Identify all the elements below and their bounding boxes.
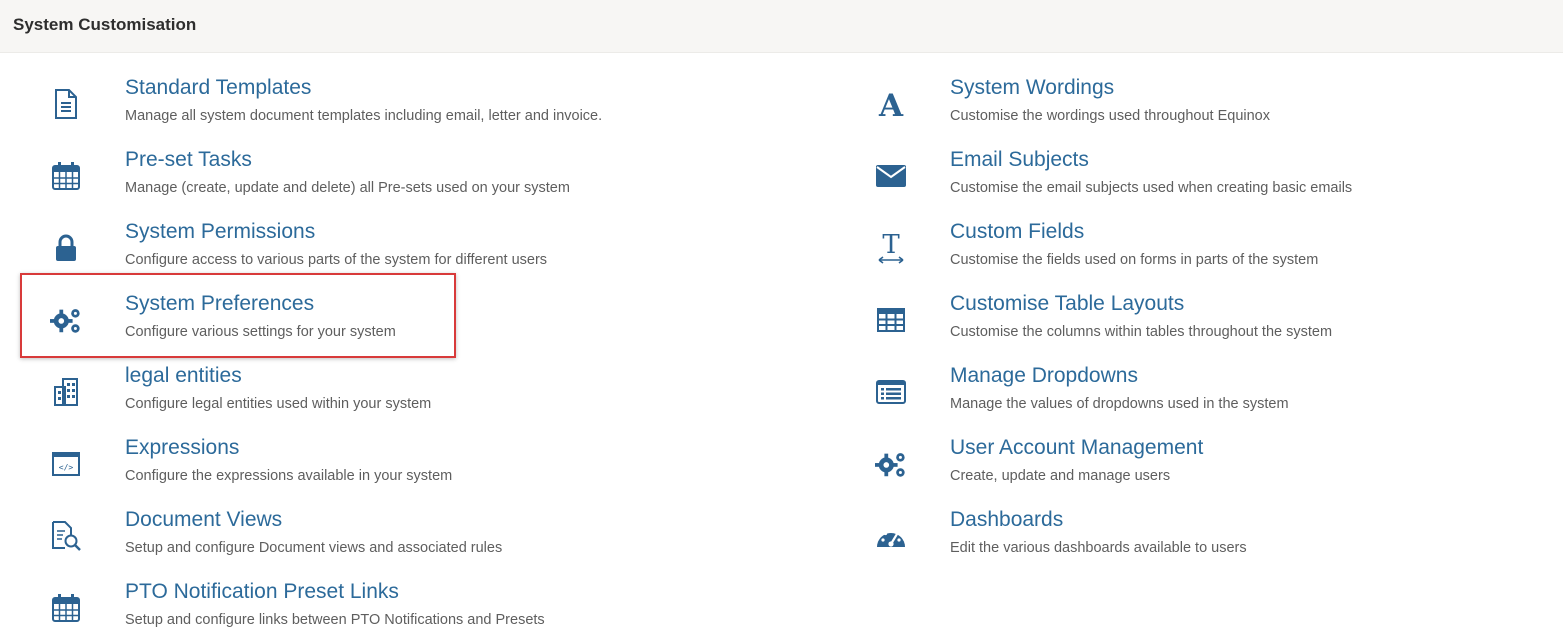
table-icon xyxy=(875,304,907,336)
customise-table-layouts-link[interactable]: Customise Table Layouts xyxy=(950,292,1184,316)
pto-notification-preset-links-desc: Setup and configure links between PTO No… xyxy=(125,612,545,628)
menu-item-manage-dropdowns[interactable]: Manage Dropdowns Manage the values of dr… xyxy=(875,364,1475,428)
legal-entities-desc: Configure legal entities used within you… xyxy=(125,396,432,412)
expressions-desc: Configure the expressions available in y… xyxy=(125,468,453,484)
custom-fields-link[interactable]: Custom Fields xyxy=(950,220,1084,244)
email-subjects-desc: Customise the email subjects used when c… xyxy=(950,180,1353,196)
menu-item-customise-table-layouts[interactable]: Customise Table Layouts Customise the co… xyxy=(875,292,1475,356)
gears-icon xyxy=(875,448,907,480)
menu-item-custom-fields[interactable]: T Custom Fields Customise the fields use… xyxy=(875,220,1475,284)
pre-set-tasks-link[interactable]: Pre-set Tasks xyxy=(125,148,252,172)
svg-text:A: A xyxy=(878,89,904,119)
menu-item-email-subjects[interactable]: Email Subjects Customise the email subje… xyxy=(875,148,1475,212)
list-icon xyxy=(875,376,907,408)
lock-icon xyxy=(50,232,82,264)
menu-item-pre-set-tasks[interactable]: Pre-set Tasks Manage (create, update and… xyxy=(50,148,650,212)
menu-item-document-views[interactable]: Document Views Setup and configure Docum… xyxy=(50,508,650,572)
system-permissions-desc: Configure access to various parts of the… xyxy=(125,252,548,268)
standard-templates-link[interactable]: Standard Templates xyxy=(125,76,311,100)
system-preferences-desc: Configure various settings for your syst… xyxy=(125,324,396,340)
manage-dropdowns-desc: Manage the values of dropdowns used in t… xyxy=(950,396,1289,412)
gears-icon xyxy=(50,304,82,336)
pto-notification-preset-links-link[interactable]: PTO Notification Preset Links xyxy=(125,580,399,604)
svg-text:T: T xyxy=(882,232,900,260)
font-icon: A xyxy=(875,88,907,120)
menu-item-standard-templates[interactable]: Standard Templates Manage all system doc… xyxy=(50,76,650,140)
dashboard-icon xyxy=(875,520,907,552)
custom-fields-desc: Customise the fields used on forms in pa… xyxy=(950,252,1319,268)
email-subjects-link[interactable]: Email Subjects xyxy=(950,148,1089,172)
svg-text:</>: </> xyxy=(59,463,74,472)
code-window-icon: </> xyxy=(50,448,82,480)
manage-dropdowns-link[interactable]: Manage Dropdowns xyxy=(950,364,1138,388)
calendar-icon xyxy=(50,592,82,624)
document-views-link[interactable]: Document Views xyxy=(125,508,282,532)
buildings-icon xyxy=(50,376,82,408)
system-preferences-link[interactable]: System Preferences xyxy=(125,292,314,316)
menu-item-dashboards[interactable]: Dashboards Edit the various dashboards a… xyxy=(875,508,1475,572)
envelope-icon xyxy=(875,160,907,192)
standard-templates-desc: Manage all system document templates inc… xyxy=(125,108,603,124)
menu-item-legal-entities[interactable]: legal entities Configure legal entities … xyxy=(50,364,650,428)
system-permissions-link[interactable]: System Permissions xyxy=(125,220,315,244)
dashboards-desc: Edit the various dashboards available to… xyxy=(950,540,1247,556)
menu-item-user-account-management[interactable]: User Account Management Create, update a… xyxy=(875,436,1475,500)
user-account-management-desc: Create, update and manage users xyxy=(950,468,1171,484)
user-account-management-link[interactable]: User Account Management xyxy=(950,436,1203,460)
legal-entities-link[interactable]: legal entities xyxy=(125,364,242,388)
document-views-desc: Setup and configure Document views and a… xyxy=(125,540,503,556)
page-title: System Customisation xyxy=(13,15,197,34)
dashboards-link[interactable]: Dashboards xyxy=(950,508,1063,532)
menu-item-pto-notification-preset-links[interactable]: PTO Notification Preset Links Setup and … xyxy=(50,580,650,641)
system-wordings-link[interactable]: System Wordings xyxy=(950,76,1114,100)
menu-item-system-wordings[interactable]: A System Wordings Customise the wordings… xyxy=(875,76,1475,140)
document-icon xyxy=(50,88,82,120)
menu-item-system-permissions[interactable]: System Permissions Configure access to v… xyxy=(50,220,650,284)
system-wordings-desc: Customise the wordings used throughout E… xyxy=(950,108,1270,124)
text-width-icon: T xyxy=(875,232,907,264)
customise-table-layouts-desc: Customise the columns within tables thro… xyxy=(950,324,1333,340)
page-header: System Customisation xyxy=(0,0,1563,53)
pre-set-tasks-desc: Manage (create, update and delete) all P… xyxy=(125,180,570,196)
expressions-link[interactable]: Expressions xyxy=(125,436,239,460)
calendar-icon xyxy=(50,160,82,192)
menu-item-system-preferences[interactable]: System Preferences Configure various set… xyxy=(50,292,650,356)
document-search-icon xyxy=(50,520,82,552)
menu-item-expressions[interactable]: </> Expressions Configure the expression… xyxy=(50,436,650,500)
